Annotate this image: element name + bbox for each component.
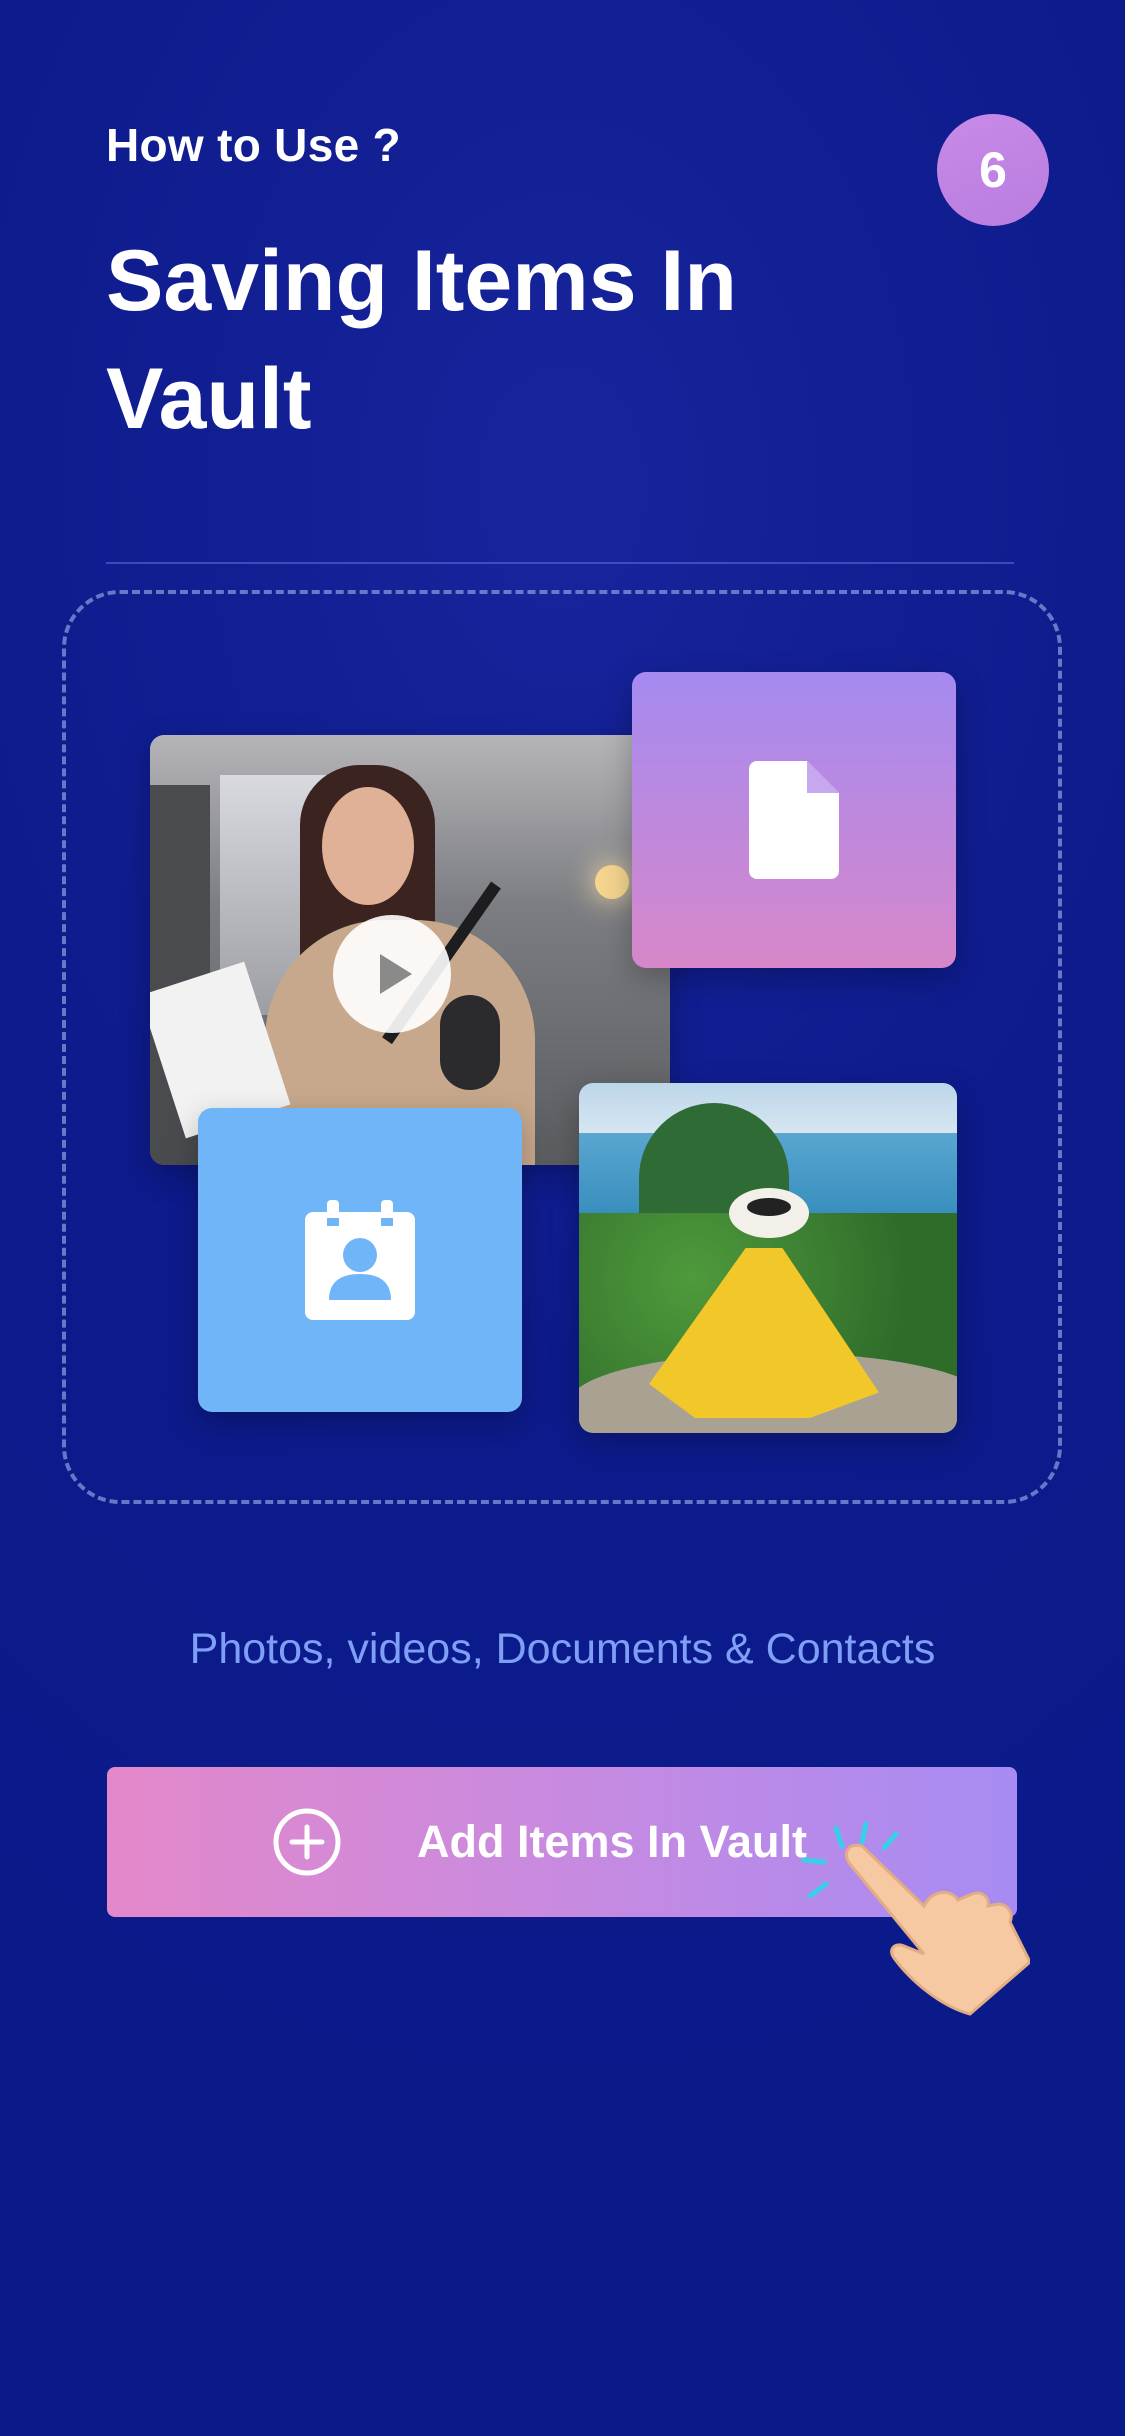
how-to-use-heading: How to Use ?: [106, 119, 401, 171]
contact-icon: [305, 1200, 415, 1320]
document-icon: [749, 761, 839, 879]
document-card: [632, 672, 956, 968]
photo-card: [579, 1083, 957, 1433]
divider: [106, 562, 1014, 564]
add-items-label: Add Items In Vault: [416, 1816, 808, 1867]
play-icon: [333, 915, 451, 1033]
step-number-badge: 6: [937, 114, 1049, 226]
contact-card: [198, 1108, 522, 1412]
page-title: Saving Items In Vault: [106, 233, 737, 447]
pointing-hand-icon: [845, 1843, 1030, 2016]
plus-circle-icon: [273, 1808, 341, 1876]
supported-types-caption: Photos, videos, Documents & Contacts: [189, 1625, 936, 1673]
